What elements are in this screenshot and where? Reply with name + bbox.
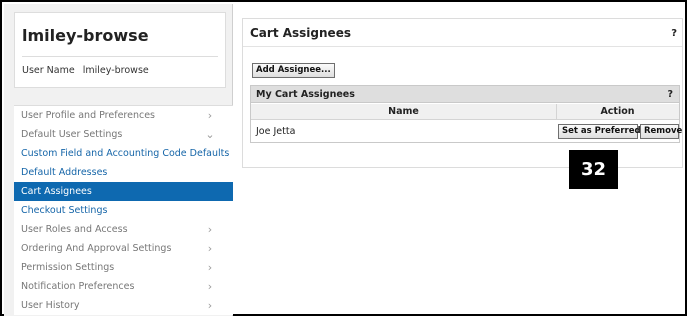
sidebar-item-label: Cart Assignees: [21, 186, 92, 197]
settings-menu: User Profile and Preferences › Default U…: [14, 105, 233, 315]
chevron-right-icon: ›: [207, 261, 213, 274]
user-card: lmiley-browse User Name lmiley-browse: [14, 12, 226, 88]
panel-header: Cart Assignees ?: [243, 19, 682, 47]
sidebar-item-checkout-settings[interactable]: Checkout Settings: [14, 201, 233, 220]
sidebar-item-user-profile[interactable]: User Profile and Preferences ›: [14, 106, 233, 125]
chevron-down-icon: ⌄: [205, 128, 215, 141]
sidebar-item-label: Default User Settings: [21, 129, 123, 140]
set-as-preferred-button[interactable]: Set as Preferred: [558, 124, 641, 139]
table-header-row: Name Action: [251, 104, 679, 120]
sidebar-item-default-user-settings[interactable]: Default User Settings ⌄: [14, 125, 233, 144]
step-number-badge: 32: [569, 150, 618, 189]
chevron-right-icon: ›: [207, 299, 213, 312]
column-header-action: Action: [600, 106, 635, 117]
sidebar-item-user-roles[interactable]: User Roles and Access ›: [14, 220, 233, 239]
table-row: Joe Jetta Set as Preferred Remove: [251, 121, 682, 142]
chevron-right-icon: ›: [207, 223, 213, 236]
chevron-right-icon: ›: [207, 280, 213, 293]
cart-assignees-panel: Cart Assignees ? Add Assignee... My Cart…: [242, 18, 683, 168]
user-name-label: User Name: [22, 65, 75, 76]
user-name-row: User Name lmiley-browse: [22, 65, 149, 76]
chevron-right-icon: ›: [207, 109, 213, 122]
user-title: lmiley-browse: [22, 26, 149, 45]
column-header-name: Name: [388, 106, 419, 117]
sidebar-item-ordering-approval[interactable]: Ordering And Approval Settings ›: [14, 239, 233, 258]
sidebar-item-label: Custom Field and Accounting Code Default…: [21, 148, 230, 159]
sidebar-item-label: Checkout Settings: [21, 205, 108, 216]
sidebar-item-label: Default Addresses: [21, 167, 108, 178]
sidebar-item-cart-assignees[interactable]: Cart Assignees: [14, 182, 233, 201]
sidebar-item-label: User Roles and Access: [21, 224, 128, 235]
help-icon[interactable]: ?: [671, 28, 677, 39]
page-title: Cart Assignees: [250, 26, 351, 40]
sidebar: lmiley-browse User Name lmiley-browse Us…: [4, 4, 233, 316]
app-window: lmiley-browse User Name lmiley-browse Us…: [0, 0, 687, 316]
chevron-right-icon: ›: [207, 242, 213, 255]
cart-assignees-table: My Cart Assignees ? Name Action Joe Jett…: [250, 85, 682, 143]
divider: [22, 56, 218, 57]
sidebar-item-label: Notification Preferences: [21, 281, 135, 292]
remove-button[interactable]: Remove: [640, 124, 682, 139]
help-icon[interactable]: ?: [667, 89, 673, 100]
add-assignee-button[interactable]: Add Assignee...: [252, 63, 335, 78]
sidebar-item-label: User Profile and Preferences: [21, 110, 155, 121]
sidebar-item-custom-field-defaults[interactable]: Custom Field and Accounting Code Default…: [14, 144, 233, 163]
sidebar-item-label: Permission Settings: [21, 262, 115, 273]
user-name-value: lmiley-browse: [82, 65, 149, 76]
sidebar-item-default-addresses[interactable]: Default Addresses: [14, 163, 233, 182]
table-title-bar: My Cart Assignees ?: [251, 86, 679, 103]
sidebar-item-notification-preferences[interactable]: Notification Preferences ›: [14, 277, 233, 296]
sidebar-item-label: Ordering And Approval Settings: [21, 243, 172, 254]
sidebar-item-label: User History: [21, 300, 80, 311]
table-title: My Cart Assignees: [256, 89, 355, 100]
sidebar-item-user-history[interactable]: User History ›: [14, 296, 233, 315]
assignee-name: Joe Jetta: [256, 126, 296, 137]
sidebar-item-permission-settings[interactable]: Permission Settings ›: [14, 258, 233, 277]
